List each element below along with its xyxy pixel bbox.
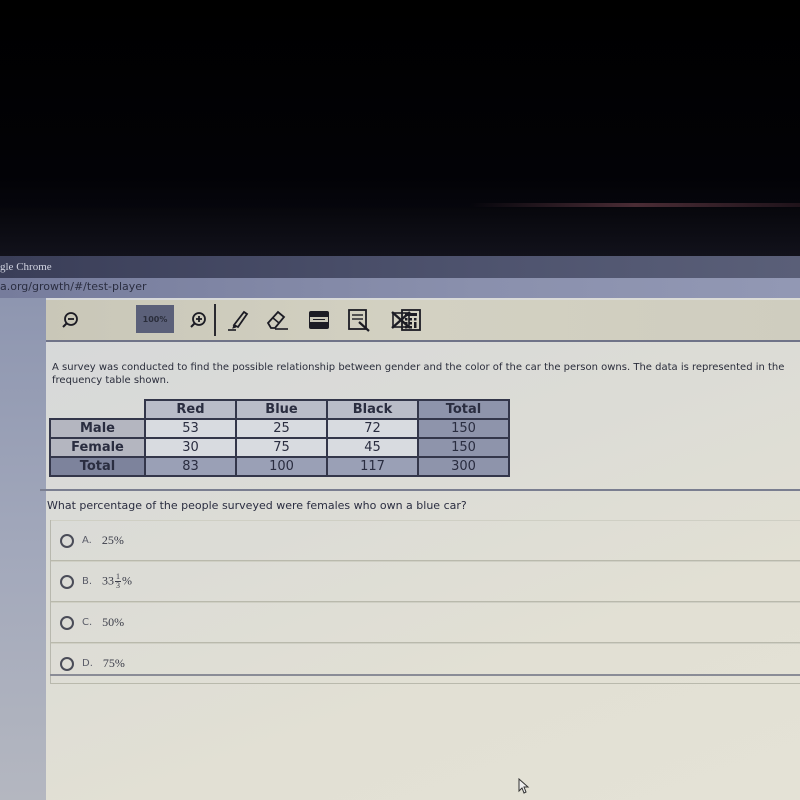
radio-button[interactable] xyxy=(60,656,74,671)
bezel-reflection xyxy=(470,203,800,207)
eraser-icon xyxy=(266,310,288,330)
mixed-number-whole: 33 xyxy=(102,573,115,588)
url-text[interactable]: a.org/growth/#/test-player xyxy=(0,280,147,293)
column-header: Blue xyxy=(235,399,328,420)
zoom-in-icon xyxy=(190,312,206,328)
choice-value: 75% xyxy=(102,656,125,670)
highlighter-icon xyxy=(228,310,249,331)
fraction: 13 xyxy=(115,573,122,590)
screen-dark-edge xyxy=(0,208,800,258)
table-corner xyxy=(50,400,145,419)
percent-sign: % xyxy=(122,573,133,588)
notepad-icon xyxy=(348,309,370,332)
highlighter-button[interactable] xyxy=(224,306,254,334)
choice-letter: B. xyxy=(82,576,93,587)
zoom-out-icon xyxy=(62,312,78,328)
radio-button[interactable] xyxy=(60,615,74,630)
zoom-level: 100% xyxy=(136,305,174,333)
table-row: Female 30 75 45 150 xyxy=(49,437,510,458)
column-header: Black xyxy=(326,399,419,420)
fraction-denominator: 3 xyxy=(116,581,121,590)
table-cell: 72 xyxy=(326,418,419,439)
calculator-icon xyxy=(401,309,421,331)
choices-bottom-border xyxy=(50,674,800,676)
table-cell: 53 xyxy=(144,418,237,439)
line-reader-icon xyxy=(309,311,329,329)
table-cell: 150 xyxy=(417,418,510,439)
question-prompt: What percentage of the people surveyed w… xyxy=(47,499,467,512)
choice-value: 33 1 3% xyxy=(102,573,132,590)
section-divider xyxy=(40,489,800,491)
choice-c[interactable]: C. 50% xyxy=(51,602,800,643)
choice-value: 50% xyxy=(102,615,125,629)
line-reader-button[interactable] xyxy=(304,306,334,334)
table-cell: 150 xyxy=(417,437,510,458)
table-cell: 83 xyxy=(144,456,237,477)
choice-b[interactable]: B. 33 1 3% xyxy=(51,561,800,602)
page-left-margin xyxy=(0,298,46,800)
mouse-pointer-icon xyxy=(518,777,530,798)
calculator-button[interactable] xyxy=(396,306,426,334)
notepad-button[interactable] xyxy=(344,306,374,334)
eraser-button[interactable] xyxy=(262,306,292,334)
table-cell: 117 xyxy=(326,456,419,477)
table-row: Male 53 25 72 150 xyxy=(49,418,510,439)
row-header: Total xyxy=(49,456,146,477)
zoom-in-button[interactable] xyxy=(186,306,210,334)
table-cell: 300 xyxy=(417,456,510,477)
radio-button[interactable] xyxy=(60,533,74,548)
table-cell: 45 xyxy=(326,437,419,458)
frequency-table: Red Blue Black Total Male 53 25 72 150 F… xyxy=(49,399,510,477)
toolbar-separator xyxy=(214,304,216,336)
table-cell: 75 xyxy=(235,437,328,458)
row-header: Male xyxy=(49,418,146,439)
column-header: Total xyxy=(417,399,510,420)
question-stem: A survey was conducted to find the possi… xyxy=(52,362,785,386)
table-cell: 100 xyxy=(235,456,328,477)
table-total-row: Total 83 100 117 300 xyxy=(49,456,510,477)
choice-a[interactable]: A. 25% xyxy=(51,520,800,561)
choice-letter: D. xyxy=(82,658,93,669)
column-header: Red xyxy=(144,399,237,420)
zoom-out-button[interactable] xyxy=(58,306,82,334)
address-bar[interactable]: a.org/growth/#/test-player xyxy=(0,278,800,298)
choice-letter: A. xyxy=(82,535,92,546)
choice-letter: C. xyxy=(82,617,93,628)
browser-title-bar: gle Chrome xyxy=(0,256,800,278)
choice-value: 25% xyxy=(101,533,124,547)
test-toolbar: 100% xyxy=(46,300,800,342)
table-cell: 25 xyxy=(235,418,328,439)
table-header-row: Red Blue Black Total xyxy=(50,399,510,420)
table-cell: 30 xyxy=(144,437,237,458)
window-title: gle Chrome xyxy=(0,261,52,273)
choice-d[interactable]: D. 75% xyxy=(51,643,800,684)
row-header: Female xyxy=(49,437,146,458)
answer-choices: A. 25% B. 33 1 3% C. 50% D. 75% xyxy=(50,520,800,684)
radio-button[interactable] xyxy=(60,574,74,589)
